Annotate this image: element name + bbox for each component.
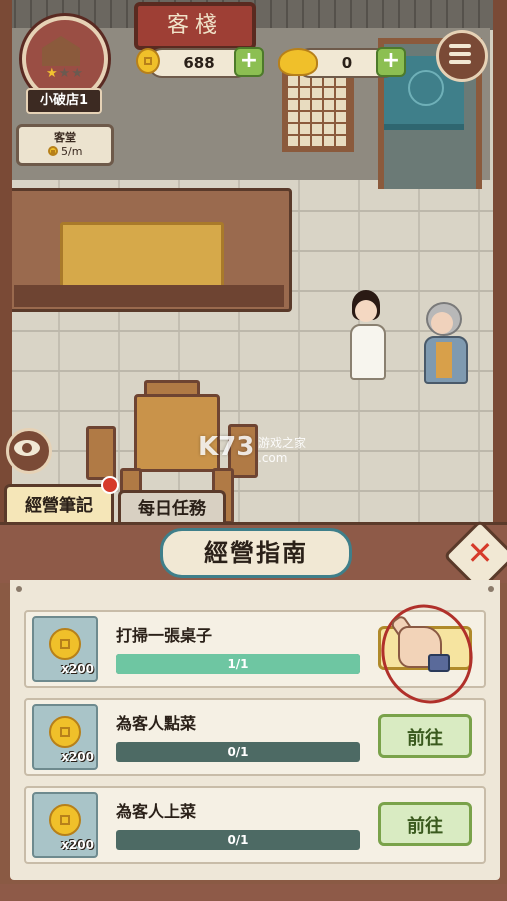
menu-icon-line [449,60,471,64]
coin-icon [49,716,81,748]
customer-character[interactable] [420,302,468,384]
reward-quantity: x200 [61,838,94,852]
shop-name: 小破店1 [26,88,102,114]
panel-title: 經營指南 [160,528,352,578]
inn-sign: 客棧 [134,2,256,50]
income-rate: 5/m [61,145,83,158]
watermark-sub: 游戏之家 [258,436,307,450]
star-icon: ★ [71,66,84,81]
add-ingots-button[interactable]: + [376,47,406,77]
coin-icon [136,48,160,74]
reward-box: x200 [32,704,98,770]
watermark-logo: K73 [198,432,255,462]
bottom-border [0,884,507,901]
notification-dot [101,476,119,494]
go-button[interactable]: 前往 [378,714,472,758]
progress-text: 0/1 [227,745,249,759]
progress-text: 1/1 [227,657,249,671]
income-rate-row: 5/m [19,145,111,158]
menu-icon-line [449,52,471,56]
income-panel[interactable]: 客堂 5/m [16,124,114,166]
curtain-emblem [408,70,444,106]
coin-icon [49,804,81,836]
progress-bar: 0/1 [116,830,360,850]
character-face [431,312,453,334]
paper-pin [488,586,494,592]
progress-text: 0/1 [227,833,249,847]
star-icon: ★ [46,66,59,81]
lattice-window [282,70,354,152]
tab-business-notes[interactable]: 經營筆記 [4,484,114,525]
reward-quantity: x200 [61,750,94,764]
task-row: x200 為客人點菜 0/1 前往 [24,698,486,776]
task-name: 打掃一張桌子 [116,626,213,645]
task-row: x200 為客人上菜 0/1 前往 [24,786,486,864]
ingot-icon [278,48,318,76]
reward-quantity: x200 [61,662,94,676]
go-button[interactable]: 前往 [378,802,472,846]
star-icon: ★ [58,66,72,81]
watermark-text: 游戏之家 .com [258,434,306,465]
coin-icon [47,146,58,156]
character-apron [436,342,452,378]
coin-icon [49,628,81,660]
right-pillar [493,0,507,530]
waitress-character[interactable] [346,290,386,382]
income-label: 客堂 [54,131,76,144]
watermark-domain: .com [258,451,288,465]
task-name: 為客人上菜 [116,802,197,821]
counter-base [14,285,284,307]
progress-bar: 0/1 [116,742,360,762]
tab-daily-tasks[interactable]: 每日任務 [118,490,226,525]
reward-box: x200 [32,792,98,858]
eye-pupil [22,443,32,453]
pointing-hand-cuff [428,654,450,672]
close-icon: ✕ [466,534,494,572]
character-face [355,300,377,322]
chair [86,426,116,480]
task-name: 為客人點菜 [116,714,197,733]
paper-pin [16,586,22,592]
reward-box: x200 [32,616,98,682]
add-coins-button[interactable]: + [234,47,264,77]
character-dress [350,324,386,380]
progress-bar: 1/1 [116,654,360,674]
menu-icon [449,44,471,48]
menu-button[interactable] [436,30,488,82]
shop-stars: ★★★ [40,66,90,81]
